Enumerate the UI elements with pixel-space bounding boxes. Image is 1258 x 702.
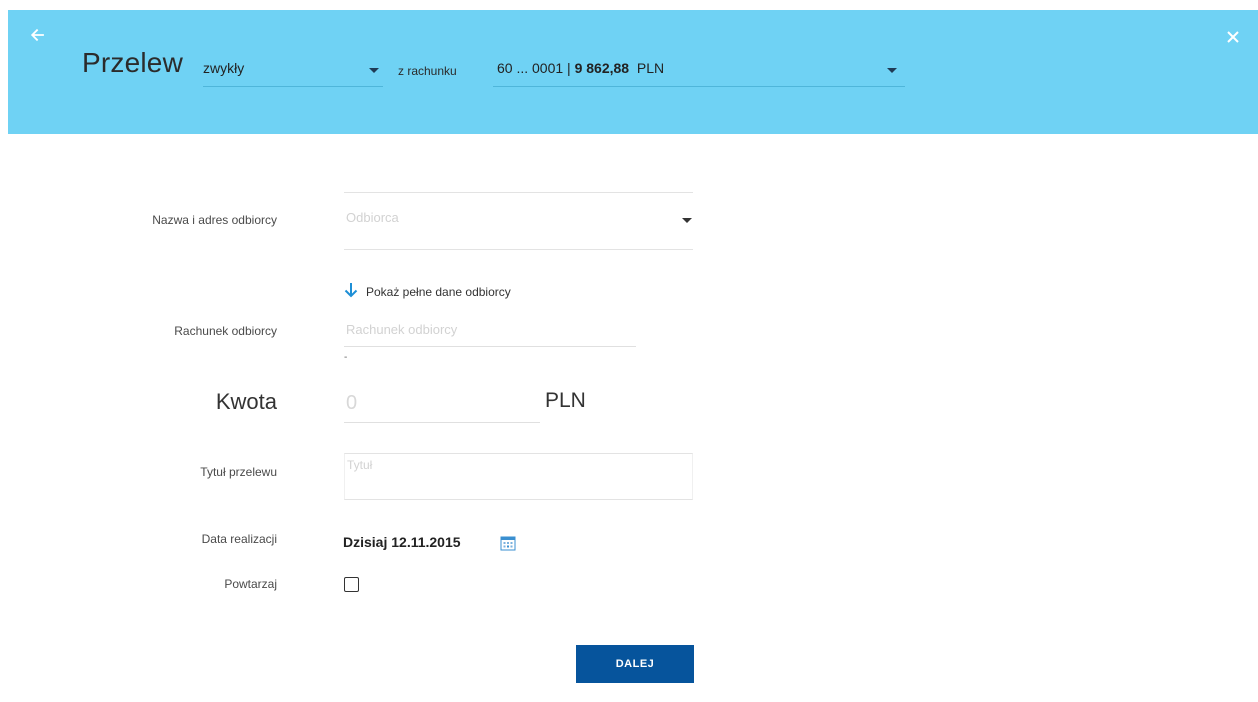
date-value[interactable]: Dzisiaj 12.11.2015 [343,534,461,550]
next-button[interactable]: DALEJ [576,645,694,683]
recipient-placeholder: Odbiorca [346,210,399,225]
recipient-select[interactable]: Odbiorca [344,192,693,250]
chevron-down-icon [887,68,897,73]
transfer-title-label: Tytuł przelewu [200,465,277,479]
chevron-down-icon [369,68,379,73]
page-title: Przelew [82,47,183,78]
transfer-type-select[interactable]: zwykły [203,54,383,87]
arrow-left-icon [30,28,44,42]
from-account-label: z rachunku [398,64,457,78]
close-button[interactable] [1226,30,1244,48]
transfer-page: Przelew zwykły z rachunku 60 ... 0001 | … [0,0,1258,702]
account-number: 60 ... 0001 | [497,60,575,76]
account-balance: 9 862,88 [574,60,630,76]
amount-currency: PLN [545,389,586,412]
amount-label: Kwota [215,389,277,414]
account-currency: PLN [636,60,665,76]
amount-input[interactable] [344,384,540,423]
from-account-value: 60 ... 0001 | 9 862,88 PLN [497,60,664,76]
transfer-type-value: zwykły [203,60,245,76]
back-button[interactable] [30,28,50,48]
repeat-label: Powtarzaj [224,577,277,591]
date-label: Data realizacji [201,532,277,546]
calendar-icon[interactable] [500,535,516,551]
arrow-down-icon [344,283,358,298]
account-hint: - [344,352,348,363]
from-account-select[interactable]: 60 ... 0001 | 9 862,88 PLN [493,54,905,87]
chevron-down-icon [682,218,692,223]
recipient-label: Nazwa i adres odbiorcy [152,213,277,227]
close-icon [1227,31,1239,43]
transfer-title-input[interactable] [344,453,693,500]
recipient-account-input[interactable] [344,312,636,347]
account-label: Rachunek odbiorcy [174,324,277,338]
repeat-checkbox[interactable] [344,577,359,592]
show-full-recipient-label: Pokaż pełne dane odbiorcy [366,285,511,299]
